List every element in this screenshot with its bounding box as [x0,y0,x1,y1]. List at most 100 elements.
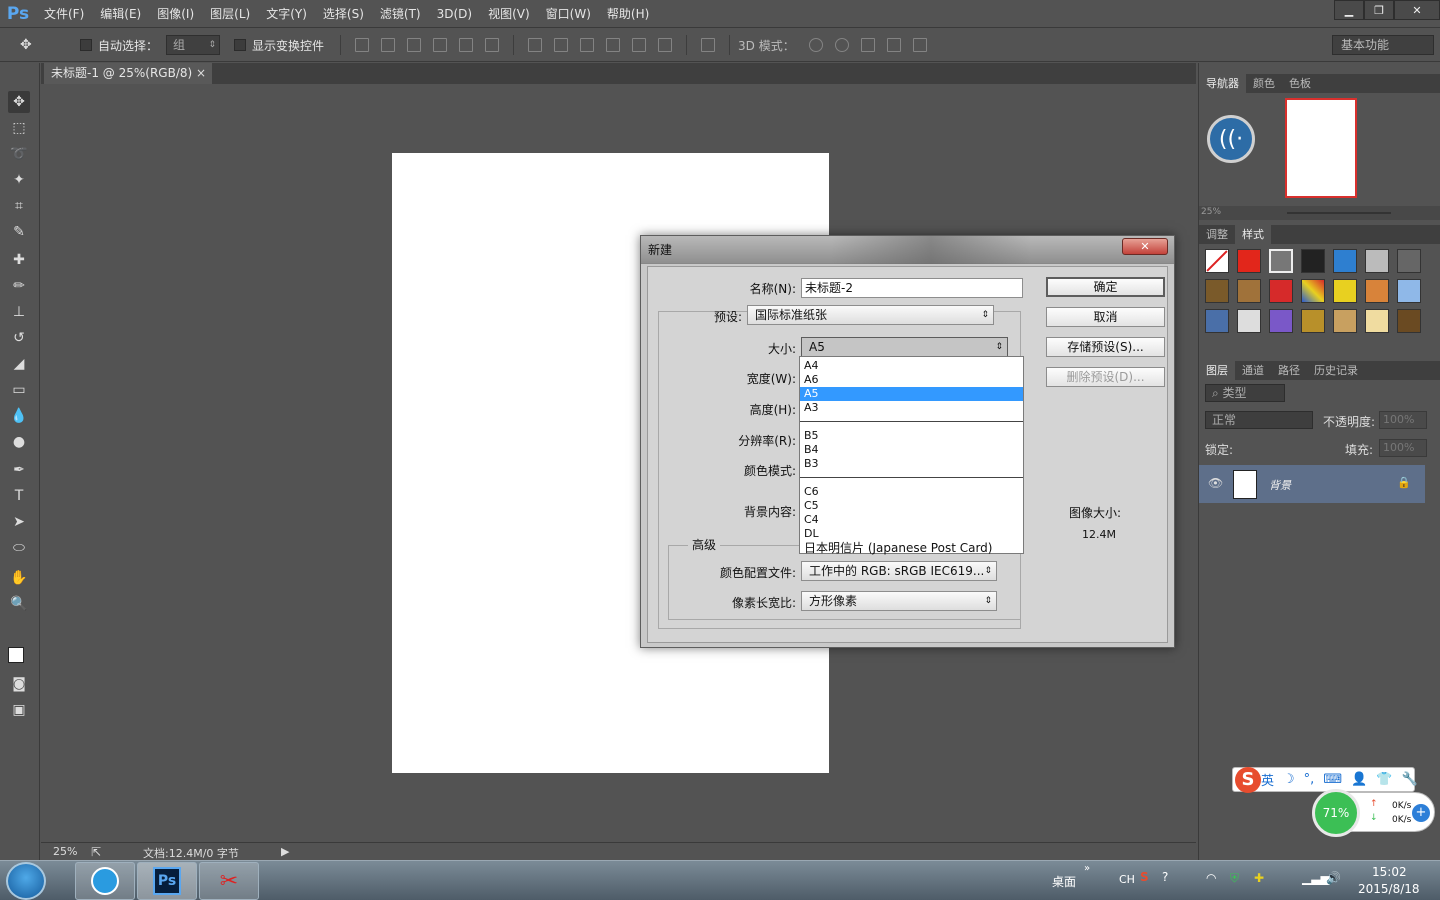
quick-mask-icon[interactable]: ◙ [8,673,30,695]
align-vcenter-icon[interactable] [381,38,396,52]
status-menu-arrow-icon[interactable]: ▶ [281,845,289,858]
tab-swatches[interactable]: 色板 [1282,74,1318,93]
pen-tool-icon[interactable]: ✒ [8,459,30,481]
size-option-a5[interactable]: A5 [800,387,1023,401]
style-swatch[interactable] [1397,279,1421,303]
size-option-c4[interactable]: C4 [800,513,1023,527]
security-icon[interactable]: ✚ [1254,871,1264,885]
menu-file[interactable]: 文件(F) [36,0,92,28]
close-window-button[interactable]: ✕ [1394,0,1440,20]
size-option-b5[interactable]: B5 [800,429,1023,443]
zoom-level[interactable]: 25% [53,845,77,858]
minimize-button[interactable]: ▁ [1334,0,1364,20]
tab-adjustments[interactable]: 调整 [1199,225,1235,244]
zoom-tool-icon[interactable]: 🔍 [8,593,30,615]
navigator-preview[interactable] [1285,98,1357,198]
restore-button[interactable]: ❐ [1364,0,1394,20]
menu-help[interactable]: 帮助(H) [599,0,657,28]
sogou-logo-icon[interactable]: S [1235,767,1261,793]
tab-channels[interactable]: 通道 [1235,361,1271,380]
style-swatch[interactable] [1333,249,1357,273]
menu-type[interactable]: 文字(Y) [258,0,315,28]
settings-wrench-icon[interactable]: 🔧 [1401,772,1417,787]
moon-icon[interactable]: ☽ [1283,772,1295,787]
clone-stamp-icon[interactable]: ⊥ [8,301,30,323]
size-option-a4[interactable]: A4 [800,359,1023,373]
style-swatch[interactable] [1365,279,1389,303]
volume-icon[interactable]: 🔊 [1326,871,1341,885]
help-icon[interactable]: ? [1162,870,1168,884]
distribute-right-icon[interactable] [658,38,673,52]
menu-3d[interactable]: 3D(D) [429,0,480,28]
menu-image[interactable]: 图像(I) [149,0,202,28]
distribute-hcenter-icon[interactable] [632,38,647,52]
toolbar-expand-icon[interactable]: » [1084,863,1090,874]
cancel-button[interactable]: 取消 [1046,307,1165,327]
fill-input[interactable]: 100% [1379,439,1427,457]
skin-icon[interactable]: 👕 [1376,772,1392,787]
tab-history[interactable]: 历史记录 [1307,361,1365,380]
color-profile-select[interactable]: 工作中的 RGB: sRGB IEC619... [801,561,997,581]
style-swatch[interactable] [1301,279,1325,303]
style-swatch[interactable] [1237,249,1261,273]
3d-drag-icon[interactable] [860,38,875,52]
hand-tool-icon[interactable]: ✋ [8,567,30,589]
preset-select[interactable]: 国际标准纸张 [747,305,994,325]
ime-language-toggle[interactable]: 英 [1261,770,1274,789]
punctuation-icon[interactable]: °, [1304,772,1315,787]
navigator-zoom-slider[interactable] [1287,212,1391,214]
align-right-icon[interactable] [485,38,500,52]
auto-align-icon[interactable] [701,38,716,52]
taskbar-browser[interactable] [75,862,135,900]
tab-color[interactable]: 颜色 [1246,74,1282,93]
tab-layers[interactable]: 图层 [1199,361,1235,380]
type-tool-icon[interactable]: T [8,485,30,507]
style-swatch[interactable] [1237,309,1261,333]
size-option-b3[interactable]: B3 [800,457,1023,471]
blur-tool-icon[interactable]: 💧 [8,405,30,427]
menu-window[interactable]: 窗口(W) [538,0,599,28]
ok-button[interactable]: 确定 [1046,277,1165,297]
desktop-toolbar-label[interactable]: 桌面 [1052,873,1076,890]
memory-usage-circle[interactable]: 71% [1312,789,1360,837]
style-swatch[interactable] [1333,309,1357,333]
size-option-a3[interactable]: A3 [800,401,1023,415]
size-select[interactable]: A5 [801,337,1008,357]
distribute-vcenter-icon[interactable] [554,38,569,52]
taskbar-snipping-tool[interactable]: ✂ [199,862,259,900]
user-icon[interactable]: 👤 [1351,772,1367,787]
add-icon[interactable]: + [1412,804,1430,822]
menu-select[interactable]: 选择(S) [315,0,372,28]
style-swatch[interactable] [1205,309,1229,333]
distribute-bottom-icon[interactable] [580,38,595,52]
align-hcenter-icon[interactable] [459,38,474,52]
export-icon[interactable]: ⇱ [91,845,101,859]
style-swatch[interactable] [1365,309,1389,333]
healing-brush-icon[interactable]: ✚ [8,249,30,271]
size-option-c5[interactable]: C5 [800,499,1023,513]
show-transform-checkbox[interactable] [234,39,247,51]
workspace-switcher[interactable]: 基本功能 [1332,35,1434,55]
style-swatch[interactable] [1269,249,1293,273]
size-option-b4[interactable]: B4 [800,443,1023,457]
style-swatch[interactable] [1333,279,1357,303]
ellipse-tool-icon[interactable]: ⬭ [8,537,30,559]
history-brush-icon[interactable]: ↺ [8,327,30,349]
3d-scale-icon[interactable] [912,38,927,52]
style-swatch[interactable] [1365,249,1389,273]
tab-paths[interactable]: 路径 [1271,361,1307,380]
network-speed-widget[interactable]: 71% 0K/s 0K/s ↑ ↓ + [1312,789,1435,837]
dodge-tool-icon[interactable]: ● [8,431,30,453]
size-option-a6[interactable]: A6 [800,373,1023,387]
path-select-icon[interactable]: ➤ [8,511,30,533]
opacity-input[interactable]: 100% [1379,411,1427,429]
brush-tool-icon[interactable]: ✏ [8,275,30,297]
sogou-tray-icon[interactable]: S [1140,870,1149,884]
tab-styles[interactable]: 样式 [1235,225,1271,244]
menu-view[interactable]: 视图(V) [480,0,538,28]
menu-edit[interactable]: 编辑(E) [92,0,149,28]
style-swatch[interactable] [1269,279,1293,303]
crop-tool-icon[interactable]: ⌗ [8,195,30,217]
menu-layer[interactable]: 图层(L) [202,0,258,28]
style-swatch[interactable] [1237,279,1261,303]
